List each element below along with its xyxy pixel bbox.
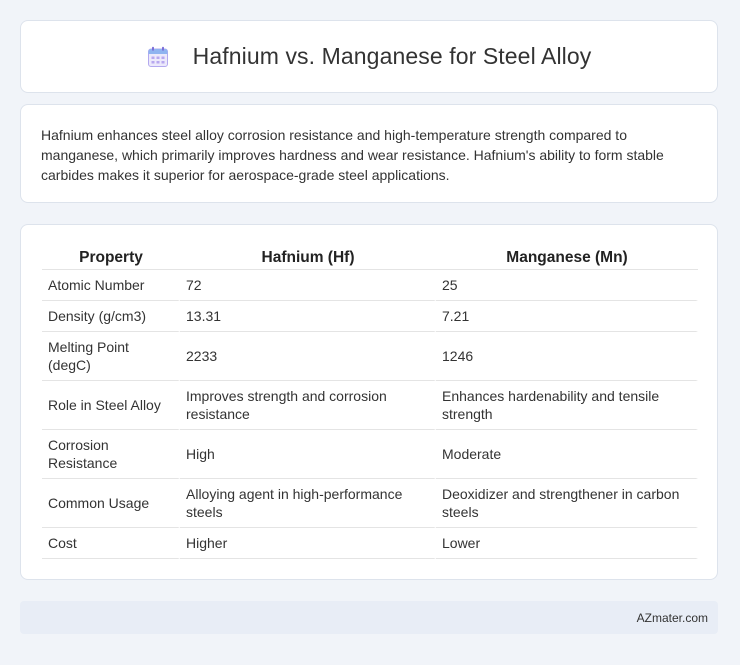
manganese-cell: Lower xyxy=(436,528,698,559)
hafnium-cell: 2233 xyxy=(180,332,436,381)
column-header-manganese: Manganese (Mn) xyxy=(436,247,698,270)
summary-text: Hafnium enhances steel alloy corrosion r… xyxy=(41,127,664,183)
title-row: Hafnium vs. Manganese for Steel Alloy xyxy=(147,43,592,70)
comparison-table: Property Hafnium (Hf) Manganese (Mn) Ato… xyxy=(42,247,698,559)
hafnium-cell: High xyxy=(180,430,436,479)
manganese-cell: Deoxidizer and strengthener in carbon st… xyxy=(436,479,698,528)
property-cell: Common Usage xyxy=(42,479,180,528)
calendar-icon xyxy=(147,46,169,68)
property-cell: Density (g/cm3) xyxy=(42,301,180,332)
table-row: Cost Higher Lower xyxy=(42,528,698,559)
property-cell: Atomic Number xyxy=(42,270,180,301)
table-row: Melting Point (degC) 2233 1246 xyxy=(42,332,698,381)
hafnium-cell: Alloying agent in high-performance steel… xyxy=(180,479,436,528)
manganese-cell: Moderate xyxy=(436,430,698,479)
footer-bar: AZmater.com xyxy=(20,601,718,634)
hafnium-cell: 13.31 xyxy=(180,301,436,332)
manganese-cell: Enhances hardenability and tensile stren… xyxy=(436,381,698,430)
column-header-hafnium: Hafnium (Hf) xyxy=(180,247,436,270)
page-title: Hafnium vs. Manganese for Steel Alloy xyxy=(192,43,592,69)
property-cell: Corrosion Resistance xyxy=(42,430,180,479)
manganese-cell: 1246 xyxy=(436,332,698,381)
property-cell: Role in Steel Alloy xyxy=(42,381,180,430)
title-card: Hafnium vs. Manganese for Steel Alloy xyxy=(20,20,718,93)
table-row: Common Usage Alloying agent in high-perf… xyxy=(42,479,698,528)
hafnium-cell: 72 xyxy=(180,270,436,301)
footer-brand: AZmater.com xyxy=(636,610,708,625)
hafnium-cell: Improves strength and corrosion resistan… xyxy=(180,381,436,430)
summary-card: Hafnium enhances steel alloy corrosion r… xyxy=(20,104,718,203)
hafnium-cell: Higher xyxy=(180,528,436,559)
comparison-table-card: Property Hafnium (Hf) Manganese (Mn) Ato… xyxy=(20,224,718,580)
property-cell: Cost xyxy=(42,528,180,559)
manganese-cell: 7.21 xyxy=(436,301,698,332)
property-cell: Melting Point (degC) xyxy=(42,332,180,381)
table-row: Atomic Number 72 25 xyxy=(42,270,698,301)
table-row: Corrosion Resistance High Moderate xyxy=(42,430,698,479)
manganese-cell: 25 xyxy=(436,270,698,301)
table-header-row: Property Hafnium (Hf) Manganese (Mn) xyxy=(42,247,698,270)
table-row: Role in Steel Alloy Improves strength an… xyxy=(42,381,698,430)
table-row: Density (g/cm3) 13.31 7.21 xyxy=(42,301,698,332)
column-header-property: Property xyxy=(42,247,180,270)
